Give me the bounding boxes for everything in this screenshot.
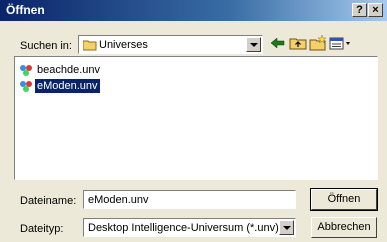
universe-file-icon bbox=[19, 80, 33, 92]
filetype-label: Dateityp: bbox=[20, 223, 64, 235]
filetype-value: Desktop Intelligence-Universum (*.unv) bbox=[88, 222, 279, 234]
view-menu-icon[interactable] bbox=[328, 34, 352, 52]
filename-value: eModen.unv bbox=[88, 194, 149, 206]
window-title: Öffnen bbox=[6, 3, 45, 17]
new-folder-icon[interactable] bbox=[308, 34, 328, 52]
file-name: eModen.unv bbox=[35, 79, 100, 93]
back-arrow-icon[interactable] bbox=[268, 34, 288, 52]
filetype-select[interactable]: Desktop Intelligence-Universum (*.unv) bbox=[83, 218, 296, 237]
filename-label: Dateiname: bbox=[20, 195, 77, 207]
folder-icon bbox=[82, 39, 97, 54]
universe-file-icon bbox=[19, 64, 33, 76]
up-folder-icon[interactable] bbox=[288, 34, 308, 52]
chevron-down-icon[interactable] bbox=[246, 37, 261, 52]
chevron-down-icon[interactable] bbox=[279, 220, 294, 235]
lookin-value: Universes bbox=[99, 39, 148, 51]
open-button[interactable]: Öffnen bbox=[310, 188, 378, 211]
close-button[interactable]: × bbox=[368, 3, 383, 17]
help-button[interactable]: ? bbox=[352, 3, 367, 17]
file-name: beachde.unv bbox=[37, 64, 100, 76]
file-list[interactable]: beachde.unv eModen.unv bbox=[14, 56, 378, 180]
lookin-label: Suchen in: bbox=[20, 40, 72, 52]
cancel-button[interactable]: Abbrechen bbox=[311, 217, 377, 238]
title-bar[interactable]: Öffnen ? × bbox=[0, 0, 387, 21]
filename-field[interactable]: eModen.unv bbox=[83, 190, 296, 209]
lookin-combo[interactable]: Universes bbox=[78, 35, 263, 54]
